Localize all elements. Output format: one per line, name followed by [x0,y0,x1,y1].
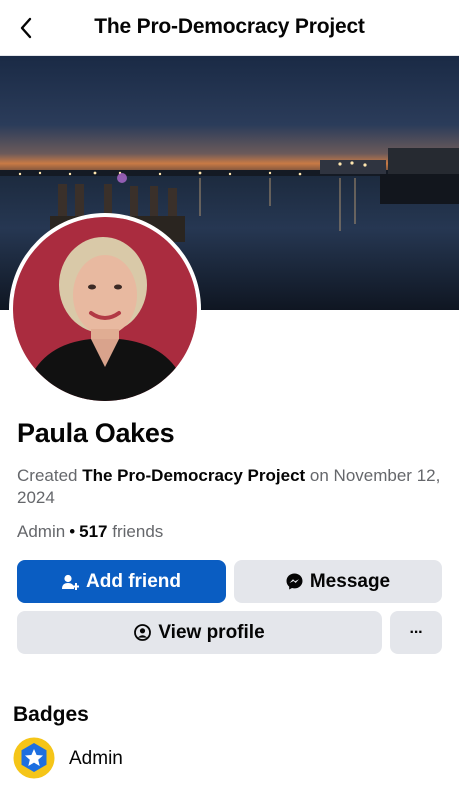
user-circle-icon [134,624,152,641]
more-options-button[interactable]: ··· [390,611,442,654]
add-friend-label: Add friend [86,570,181,592]
message-label: Message [309,570,391,592]
view-profile-label: View profile [158,621,265,643]
badge-label: Admin [69,748,123,769]
add-person-icon [62,574,79,590]
friend-count: 517 [79,522,108,541]
group-link[interactable]: The Pro-Democracy Project [82,466,305,485]
more-dots-icon: ··· [409,623,424,641]
role-label: Admin [17,522,66,541]
profile-name: Paula Oakes [17,418,175,448]
created-prefix: Created [17,466,78,485]
avatar-photo [13,217,197,401]
add-friend-button[interactable]: Add friend [17,560,226,603]
messenger-icon [286,573,303,590]
friends-label: friends [112,522,164,541]
message-button[interactable]: Message [234,560,442,603]
profile-avatar[interactable] [9,213,201,405]
page-title: The Pro-Democracy Project [94,15,365,38]
admin-star-badge-icon [13,737,55,779]
view-profile-button[interactable]: View profile [17,611,382,654]
badges-heading: Badges [13,703,89,726]
profile-meta: Admin • 517 friends [17,522,163,542]
badge-item-admin[interactable]: Admin [13,737,443,781]
top-bar: The Pro-Democracy Project [0,0,459,56]
separator-dot: • [69,522,76,541]
created-info: Created The Pro-Democracy Project on Nov… [17,465,447,509]
